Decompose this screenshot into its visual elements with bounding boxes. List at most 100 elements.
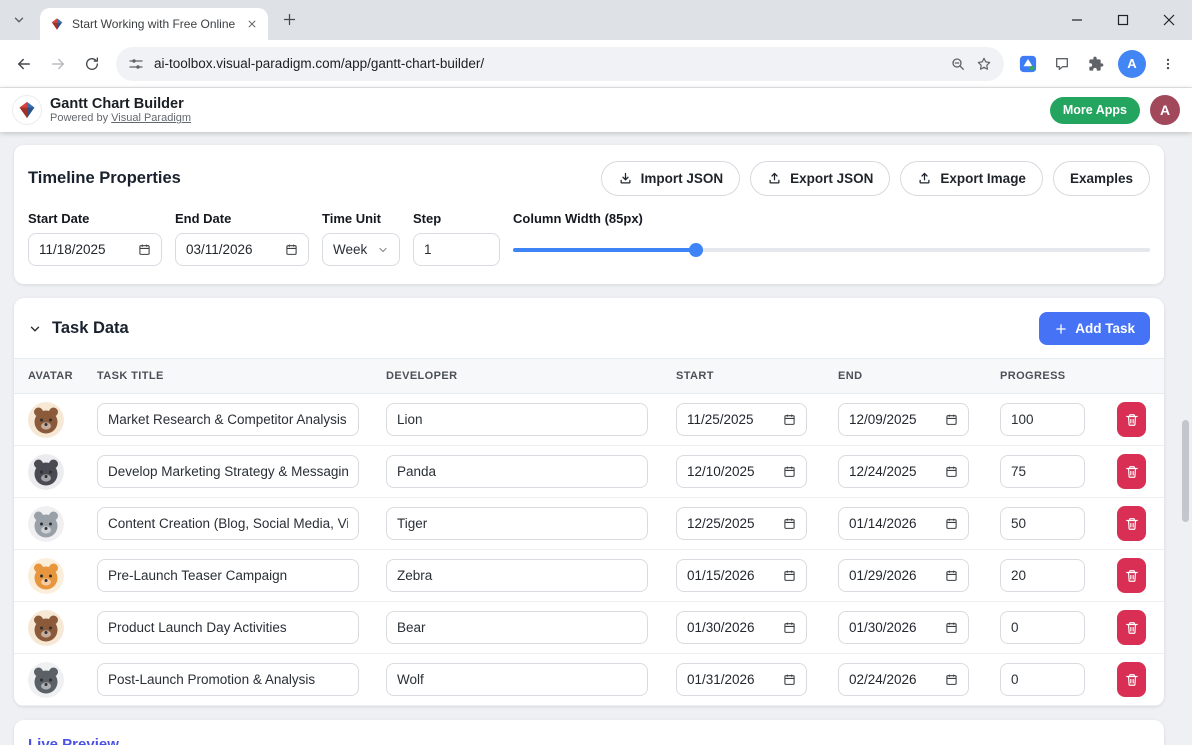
task-end-date-input[interactable]: 01/14/2026: [838, 507, 969, 540]
progress-input[interactable]: [1000, 455, 1085, 488]
window-minimize-button[interactable]: [1054, 0, 1100, 40]
task-end-date-input[interactable]: 01/29/2026: [838, 559, 969, 592]
avatar: [28, 662, 64, 698]
delete-task-button[interactable]: [1117, 558, 1146, 593]
progress-input[interactable]: [1000, 559, 1085, 592]
start-date-input[interactable]: 11/18/2025: [28, 233, 162, 266]
import-json-button[interactable]: Import JSON: [601, 161, 741, 196]
calendar-icon[interactable]: [945, 465, 958, 478]
calendar-icon[interactable]: [945, 413, 958, 426]
calendar-icon[interactable]: [138, 243, 151, 256]
calendar-icon[interactable]: [783, 673, 796, 686]
task-start-date-input[interactable]: 11/25/2025: [676, 403, 807, 436]
task-start-date-input[interactable]: 01/30/2026: [676, 611, 807, 644]
step-input[interactable]: [413, 233, 500, 266]
column-header-start: START: [676, 370, 838, 382]
powered-by: Powered by Visual Paradigm: [50, 112, 191, 124]
task-end-date-input[interactable]: 12/24/2025: [838, 455, 969, 488]
site-settings-icon[interactable]: [128, 56, 144, 72]
export-json-button[interactable]: Export JSON: [750, 161, 890, 196]
browser-menu-kebab-icon[interactable]: [1152, 48, 1184, 80]
developer-input[interactable]: [386, 507, 648, 540]
developer-input[interactable]: [386, 663, 648, 696]
visual-paradigm-link[interactable]: Visual Paradigm: [111, 112, 191, 124]
tab-close-icon[interactable]: [244, 16, 260, 32]
task-start-date-input[interactable]: 12/25/2025: [676, 507, 807, 540]
progress-input[interactable]: [1000, 403, 1085, 436]
calendar-icon[interactable]: [783, 517, 796, 530]
task-title-input[interactable]: [97, 507, 359, 540]
user-avatar[interactable]: A: [1150, 95, 1180, 125]
tab-search-chevron-icon[interactable]: [12, 13, 26, 27]
task-title-input[interactable]: [97, 455, 359, 488]
task-start-date-input[interactable]: 01/31/2026: [676, 663, 807, 696]
task-end-date-input[interactable]: 01/30/2026: [838, 611, 969, 644]
window-maximize-button[interactable]: [1100, 0, 1146, 40]
calendar-icon[interactable]: [945, 673, 958, 686]
new-tab-button[interactable]: [282, 12, 297, 27]
calendar-icon[interactable]: [945, 517, 958, 530]
delete-task-button[interactable]: [1117, 662, 1146, 697]
slider-track[interactable]: [513, 248, 1150, 252]
task-start-date-input[interactable]: 01/15/2026: [676, 559, 807, 592]
task-title-input[interactable]: [97, 611, 359, 644]
scrollbar-thumb[interactable]: [1182, 420, 1189, 522]
progress-input[interactable]: [1000, 507, 1085, 540]
developer-input[interactable]: [386, 455, 648, 488]
task-end-date-input[interactable]: 02/24/2026: [838, 663, 969, 696]
chat-icon[interactable]: [1046, 48, 1078, 80]
progress-input[interactable]: [1000, 611, 1085, 644]
zoom-out-icon[interactable]: [950, 56, 966, 72]
forward-button[interactable]: [42, 48, 74, 80]
column-width-slider[interactable]: [513, 233, 1150, 266]
developer-input[interactable]: [386, 559, 648, 592]
export-image-button[interactable]: Export Image: [900, 161, 1043, 196]
browser-tab[interactable]: Start Working with Free Online: [40, 8, 268, 40]
delete-task-button[interactable]: [1117, 454, 1146, 489]
developer-input[interactable]: [386, 403, 648, 436]
calendar-icon[interactable]: [945, 569, 958, 582]
delete-task-button[interactable]: [1117, 610, 1146, 645]
collapse-chevron-icon[interactable]: [28, 322, 42, 336]
slider-thumb[interactable]: [689, 243, 703, 257]
chevron-down-icon: [377, 244, 389, 256]
examples-button[interactable]: Examples: [1053, 161, 1150, 196]
add-task-button[interactable]: Add Task: [1039, 312, 1150, 345]
task-title-input[interactable]: [97, 559, 359, 592]
end-date-input[interactable]: 03/11/2026: [175, 233, 309, 266]
start-date-field: Start Date 11/18/2025: [28, 211, 162, 266]
calendar-icon[interactable]: [783, 569, 796, 582]
calendar-icon[interactable]: [783, 413, 796, 426]
back-button[interactable]: [8, 48, 40, 80]
window-close-button[interactable]: [1146, 0, 1192, 40]
calendar-icon[interactable]: [783, 621, 796, 634]
more-apps-button[interactable]: More Apps: [1050, 97, 1140, 124]
calendar-icon[interactable]: [285, 243, 298, 256]
developer-input[interactable]: [386, 611, 648, 644]
trash-icon: [1125, 569, 1139, 583]
trash-icon: [1125, 621, 1139, 635]
time-unit-select[interactable]: Week: [322, 233, 400, 266]
calendar-icon[interactable]: [945, 621, 958, 634]
progress-input[interactable]: [1000, 663, 1085, 696]
avatar: [28, 506, 64, 542]
delete-task-button[interactable]: [1117, 506, 1146, 541]
task-end-date-input[interactable]: 12/09/2025: [838, 403, 969, 436]
task-row: 12/25/2025 01/14/2026: [14, 498, 1164, 550]
delete-task-button[interactable]: [1117, 402, 1146, 437]
reload-button[interactable]: [76, 48, 108, 80]
browser-profile-avatar[interactable]: A: [1118, 50, 1146, 78]
task-row: 12/10/2025 12/24/2025: [14, 446, 1164, 498]
task-title-input[interactable]: [97, 403, 359, 436]
bookmark-star-icon[interactable]: [976, 56, 992, 72]
pinned-extension-icon[interactable]: [1012, 48, 1044, 80]
time-unit-label: Time Unit: [322, 211, 400, 226]
column-width-field: Column Width (85px): [513, 211, 1150, 266]
task-start-date-input[interactable]: 12/10/2025: [676, 455, 807, 488]
extensions-puzzle-icon[interactable]: [1080, 48, 1112, 80]
live-preview-title: Live Preview: [28, 736, 1150, 745]
task-title-input[interactable]: [97, 663, 359, 696]
calendar-icon[interactable]: [783, 465, 796, 478]
task-start-date-value: 01/30/2026: [687, 620, 755, 635]
address-bar[interactable]: ai-toolbox.visual-paradigm.com/app/gantt…: [116, 47, 1004, 81]
